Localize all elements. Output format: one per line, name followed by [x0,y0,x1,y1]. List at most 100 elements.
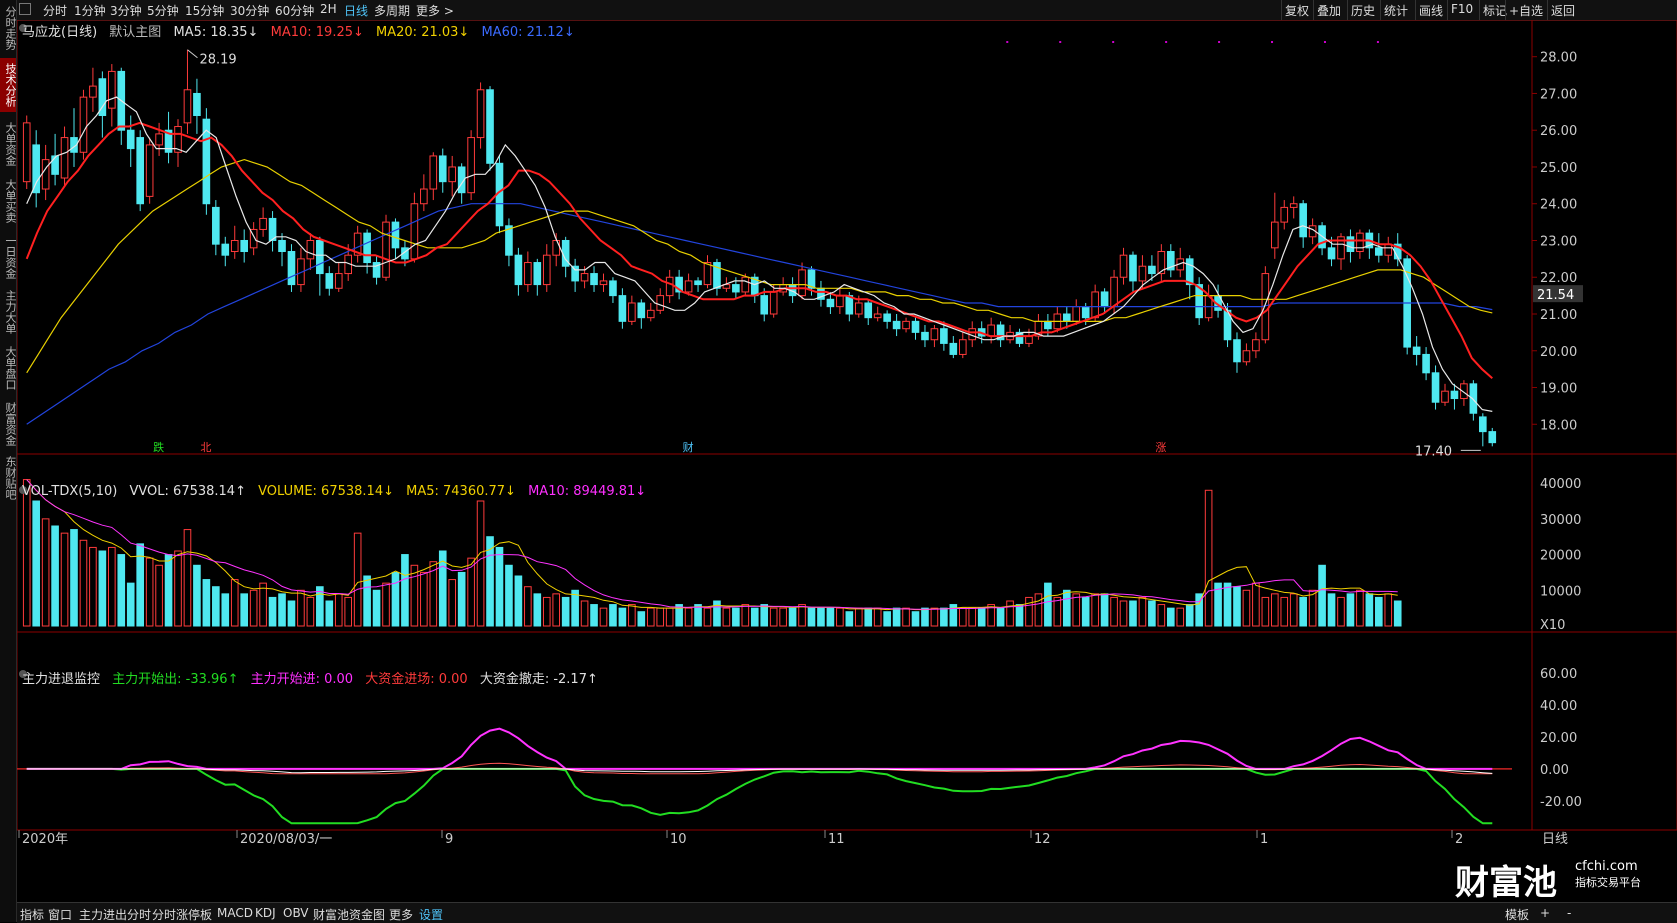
toolbar-right-5[interactable]: F10 [1451,2,1473,16]
price-axis-label: 26.00 [1540,124,1577,139]
volume-axis-label: 20000 [1540,549,1581,564]
bottom-right-0[interactable]: 模板 [1505,906,1529,923]
volume-bar [845,611,854,627]
candle [703,262,712,286]
toolbar-separator [1281,0,1282,20]
toolbar-right-7[interactable]: +自选 [1509,2,1543,19]
volume-bar [552,593,561,627]
period-tab-3[interactable]: 5分钟 [147,2,179,19]
volume-bar [363,575,371,627]
bottom-tab-3[interactable]: 分时涨停板 [152,906,212,923]
volume-bar [694,604,702,627]
toolbar-right-1[interactable]: 叠加 [1317,2,1341,19]
left-tab-4[interactable]: 一日资金 [0,232,17,282]
bottom-tab-9[interactable]: 设置 [419,906,443,923]
vol-ma10-value: MA10: 89449.81↓ [528,484,647,499]
bottom-tab-1[interactable]: 窗口 [48,906,72,923]
volume-bar [968,607,977,627]
bottom-tab-5[interactable]: KDJ [255,906,276,920]
toolbar-right-2[interactable]: 历史 [1351,2,1375,19]
volume-bar [372,589,381,627]
volume-bar [98,550,107,627]
volume-bar [1091,593,1099,627]
event-mark-3[interactable]: 涨 [1155,441,1166,454]
period-toolbar: 分时 1分钟 3分钟 5分钟 15分钟 30分钟 60分钟 2H 日线 多周期 更多 > 复权 叠加 历史… [17,0,1677,21]
volume-bar [401,554,409,627]
candle [108,70,116,109]
left-tab-2[interactable]: 大单资金 [0,118,17,170]
stock-chart[interactable]: 28.00 27.00 26.00 25.00 24.00 23.00 22.00 21.00… [17,20,1677,902]
period-tab-4[interactable]: 15分钟 [185,2,224,19]
volume-bar [457,571,466,627]
toolbar-right-4[interactable]: 画线 [1419,2,1443,19]
volume-bar [1252,582,1260,627]
left-tab-6[interactable]: 大单盘口 [0,343,17,393]
left-tab-5[interactable]: 主力大单 [0,286,17,338]
left-tab-bar: 分时走势技术分析大单资金大单买卖一日资金主力大单大单盘口财富资金东财贴吧 [0,0,17,922]
period-tab-5[interactable]: 30分钟 [230,2,269,19]
period-tab-1[interactable]: 1分钟 [74,2,106,19]
bottom-tab-4[interactable]: MACD [217,906,253,920]
bottom-tab-0[interactable]: 指标 [20,906,44,923]
volume-bar [212,586,220,627]
volume-bar [505,564,513,627]
left-tab-8[interactable]: 东财贴吧 [0,455,17,501]
vol-indicator-name[interactable]: VOL-TDX(5,10) [22,484,117,499]
toolbar-right-6[interactable]: 标记 [1483,2,1507,19]
watermark-site: cfchi.com [1575,859,1638,874]
candle [741,276,750,293]
candle [883,313,891,322]
candle [1412,346,1421,355]
candle [41,159,50,190]
candle [940,328,948,344]
volume-bar [32,500,40,627]
bottom-tab-7[interactable]: 财富池资金图 [313,906,385,923]
period-tab-6[interactable]: 60分钟 [275,2,314,19]
bottom-tab-2[interactable]: 主力进出分时 [79,906,151,923]
event-mark-0[interactable]: 跌 [153,440,164,454]
candle [609,280,617,297]
bottom-tab-8[interactable]: 更多 [389,906,413,923]
indicator-name[interactable]: 默认主图 [109,25,161,40]
volume-bar [268,596,277,627]
volume-bar [599,607,608,627]
left-tab-7[interactable]: 财富资金 [0,398,17,450]
period-tab-9[interactable]: 多周期 [374,2,410,19]
period-tab-2[interactable]: 3分钟 [110,2,142,19]
volume-bar [202,579,211,627]
toolbar-right-3[interactable]: 统计 [1384,2,1408,19]
flow-indicator-name[interactable]: 主力进退监控 [22,672,100,687]
window-icon[interactable] [19,3,31,15]
left-tab-0[interactable]: 分时走势 [0,3,17,53]
event-mark-2[interactable]: 财 [683,440,694,454]
volume-bar [741,604,750,627]
period-tab-0[interactable]: 分时 [43,2,67,19]
flow-axis-label: -20.00 [1540,795,1582,810]
period-tab-7[interactable]: 2H [320,2,337,16]
period-tab-8[interactable]: 日线 [344,2,368,19]
volume-bar [221,593,230,627]
volume-bar [571,589,579,627]
volume-bar [817,607,825,627]
candle [1062,313,1071,322]
event-mark-1[interactable]: 北 [200,441,211,454]
period-tab-10[interactable]: 更多 > [416,2,454,19]
candle [1431,372,1440,403]
bottom-tab-6[interactable]: OBV [283,906,309,920]
toolbar-right-8[interactable]: 返回 [1551,2,1575,19]
left-tab-1[interactable]: 技术分析 [0,58,17,112]
bottom-right-2[interactable]: - [1567,906,1571,920]
bottom-right-1[interactable]: + [1540,906,1550,920]
left-tab-3[interactable]: 大单买卖 [0,175,17,227]
volume-bar [590,604,598,627]
candle [306,239,315,260]
volume-bar [410,564,419,627]
candle [524,262,532,286]
volume-bar [958,607,967,627]
price-axis-label: 25.00 [1540,161,1577,176]
toolbar-right-0[interactable]: 复权 [1285,2,1309,19]
flow-legend: 主力进退监控 主力开始出: -33.96↑ 主力开始进: 0.00 大资金进场:… [22,668,606,687]
candle [420,188,428,205]
volume-bar [51,525,59,627]
date-axis-label: 1 [1260,832,1268,847]
